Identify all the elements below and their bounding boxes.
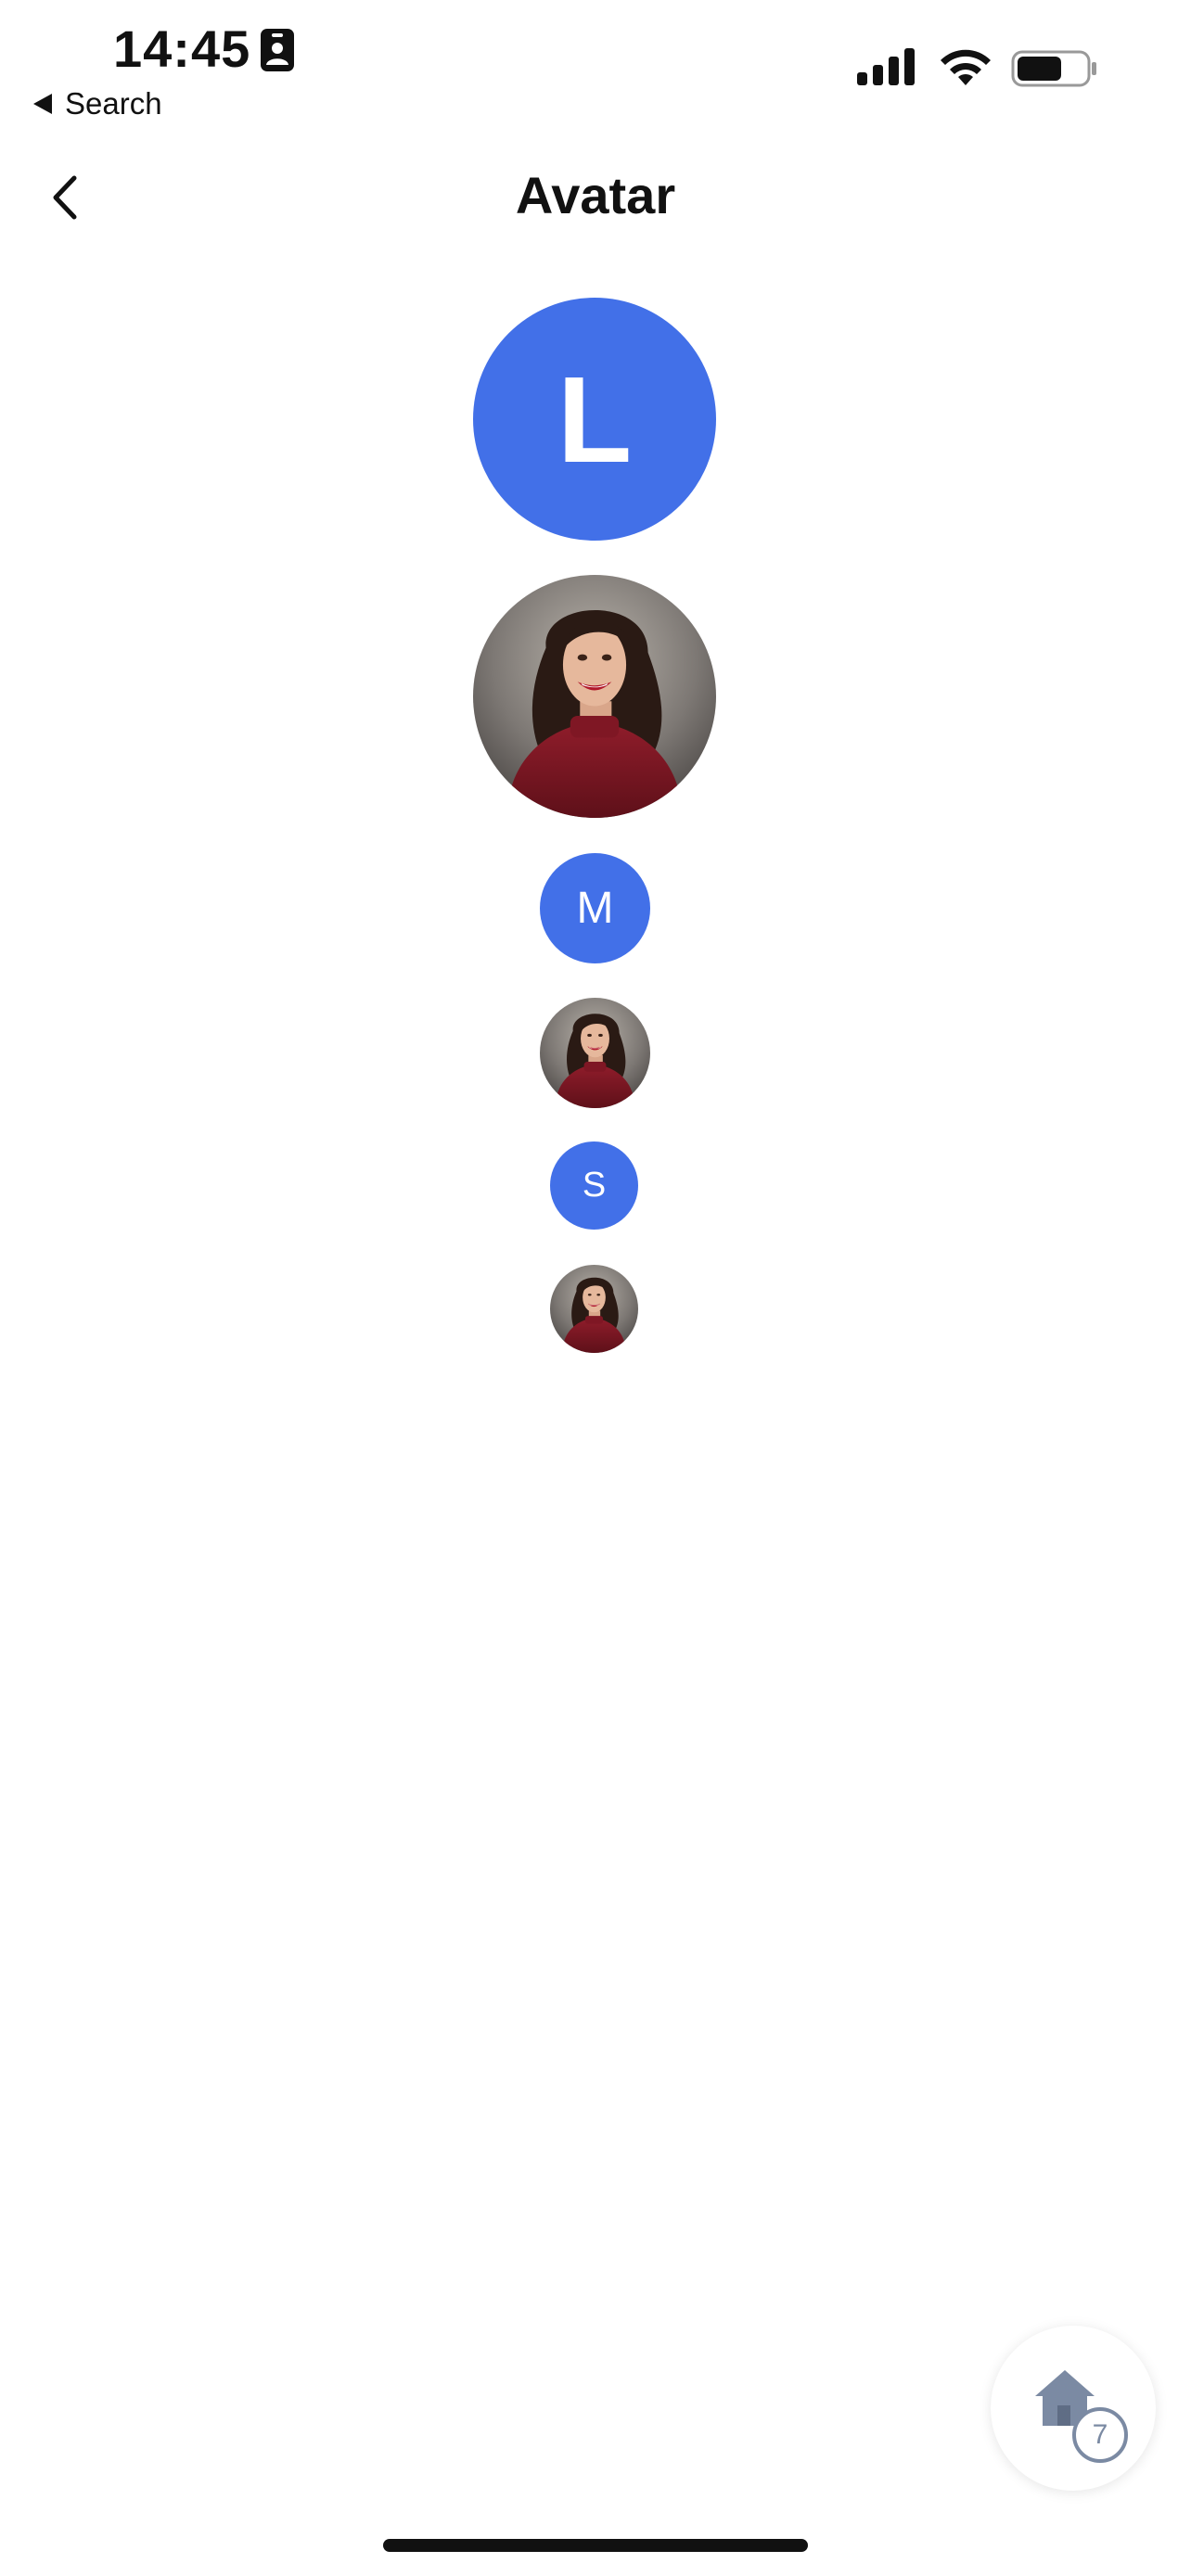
portrait-image [473,575,716,818]
avatar-initial-large: L [473,298,716,541]
portrait-image [540,998,650,1108]
avatar-initial-small: S [550,1141,638,1230]
home-indicator[interactable] [383,2539,808,2552]
page-title: Avatar [515,166,676,224]
avatar-photo-large [473,575,716,818]
portrait-image [550,1265,638,1353]
home-badge-count: 7 [1072,2407,1128,2463]
battery-icon [1011,50,1096,87]
back-triangle-icon [33,94,52,114]
avatar-photo-small [550,1265,638,1353]
wifi-icon [941,49,991,85]
avatar-initial-medium: M [540,853,650,963]
back-to-app-link[interactable]: Search [33,85,162,122]
id-card-icon [261,29,294,71]
back-to-app-label: Search [65,86,162,121]
avatar-photo-medium [540,998,650,1108]
home-floating-button[interactable]: 7 [991,2326,1156,2491]
cellular-signal-icon [857,48,915,85]
status-time: 14:45 [113,19,251,78]
